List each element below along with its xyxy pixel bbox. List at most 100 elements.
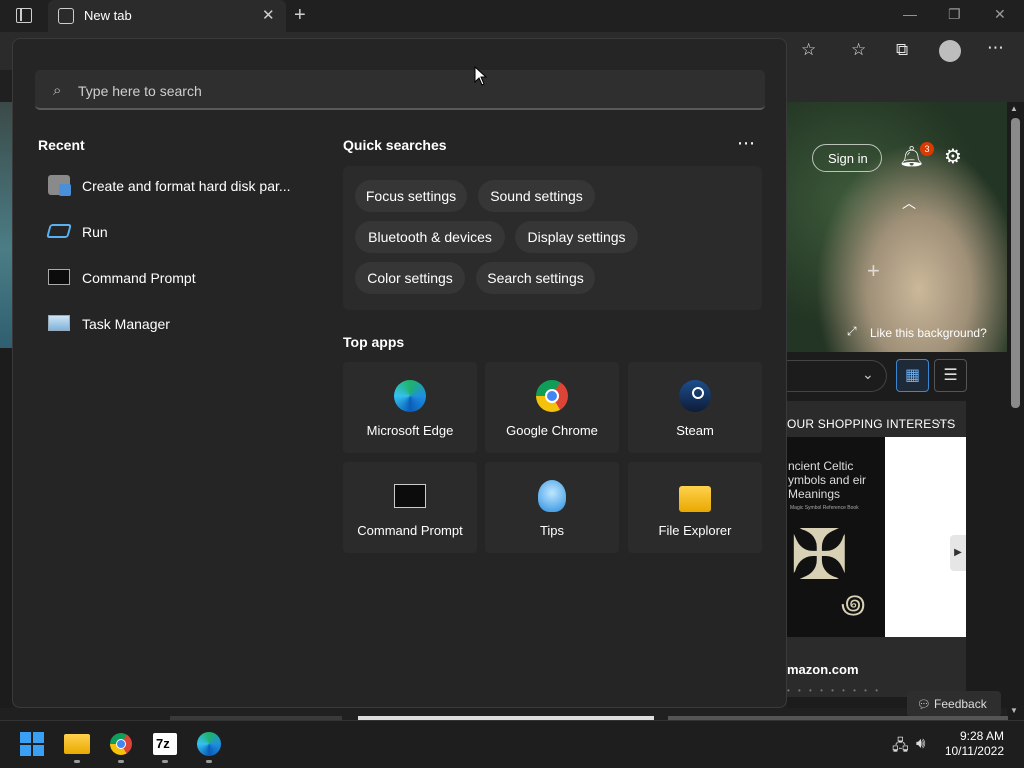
- minimize-icon[interactable]: —: [903, 6, 917, 22]
- background-image: [787, 102, 1007, 352]
- recent-item-label: Command Prompt: [82, 270, 196, 286]
- carousel-dots[interactable]: • • • • • • • • •: [787, 686, 881, 695]
- search-placeholder[interactable]: Type here to search: [78, 83, 202, 99]
- quick-search-search[interactable]: Search settings: [476, 262, 595, 294]
- quick-search-color[interactable]: Color settings: [355, 262, 465, 294]
- add-shortcut-icon[interactable]: +: [867, 258, 880, 284]
- 7zip-icon[interactable]: 7z: [153, 733, 177, 755]
- list-view-button[interactable]: ☰: [934, 359, 967, 392]
- tab-actions-icon[interactable]: [16, 8, 32, 23]
- clock-date: 10/11/2022: [944, 744, 1004, 758]
- collections-icon[interactable]: ⧉: [896, 40, 908, 60]
- app-tile-chrome[interactable]: Google Chrome: [485, 362, 619, 453]
- task-manager-icon: [48, 315, 70, 331]
- toolbar-strip: [787, 70, 1024, 102]
- network-icon[interactable]: 🖧︎: [892, 735, 909, 760]
- app-label: Google Chrome: [506, 423, 598, 438]
- page-dark-left: [0, 348, 12, 708]
- recent-item-label: Create and format hard disk par...: [82, 178, 291, 194]
- scroll-up-icon[interactable]: ▲: [1010, 104, 1018, 113]
- more-menu-icon[interactable]: ⋯: [987, 38, 1004, 58]
- card-more-icon[interactable]: ⋯: [937, 414, 951, 431]
- quick-search-focus[interactable]: Focus settings: [355, 180, 467, 212]
- chrome-icon: [536, 380, 568, 412]
- scroll-down-icon[interactable]: ▼: [1010, 706, 1018, 715]
- app-label: Command Prompt: [357, 523, 463, 538]
- like-background-label[interactable]: Like this background?: [870, 326, 987, 340]
- app-tile-command-prompt[interactable]: Command Prompt: [343, 462, 477, 553]
- volume-icon[interactable]: 🔊︎: [916, 735, 925, 752]
- settings-gear-icon[interactable]: ⚙: [944, 144, 962, 169]
- file-explorer-icon[interactable]: [64, 734, 90, 754]
- app-tile-file-explorer[interactable]: File Explorer: [628, 462, 762, 553]
- new-tab-page-icon: [58, 8, 74, 24]
- app-label: Microsoft Edge: [366, 423, 454, 438]
- running-indicator: [74, 760, 80, 763]
- 7zip-label: 7z: [156, 736, 170, 751]
- windows-start-icon[interactable]: [20, 732, 44, 756]
- recent-item-label: Run: [82, 224, 108, 240]
- recent-item-run[interactable]: Run: [45, 213, 305, 251]
- top-apps-title: Top apps: [343, 334, 405, 350]
- favorites-icon[interactable]: ☆: [851, 40, 866, 60]
- app-label: Tips: [539, 523, 565, 538]
- collapse-chevron-icon[interactable]: ︿: [902, 193, 916, 213]
- more-options-icon[interactable]: ⋯: [737, 133, 755, 154]
- quick-searches-title: Quick searches: [343, 137, 447, 153]
- tips-icon: [538, 480, 566, 512]
- scrollbar-thumb[interactable]: [1011, 118, 1020, 408]
- expand-icon[interactable]: ⤢: [847, 324, 857, 339]
- grid-view-button[interactable]: ▦: [896, 359, 929, 392]
- app-tile-tips[interactable]: Tips: [485, 462, 619, 553]
- app-tile-edge[interactable]: Microsoft Edge: [343, 362, 477, 453]
- clock-time: 9:28 AM: [959, 729, 1004, 743]
- app-tile-steam[interactable]: Steam: [628, 362, 762, 453]
- new-tab-button[interactable]: +: [294, 4, 306, 27]
- quick-search-sound[interactable]: Sound settings: [478, 180, 595, 212]
- run-icon: [46, 224, 72, 238]
- add-favorite-icon[interactable]: ☆: [801, 40, 816, 60]
- app-label: Steam: [676, 423, 714, 438]
- book-subtitle: Magic Symbol Reference Book: [790, 505, 859, 511]
- feedback-icon: 💬︎: [917, 699, 935, 711]
- command-prompt-icon: [394, 484, 426, 508]
- triskele-image: ꩜: [841, 589, 866, 619]
- quick-search-display[interactable]: Display settings: [515, 221, 638, 253]
- browser-tab-bar: New tab ✕ + — ❐ ✕: [0, 0, 1024, 32]
- gear-badge-icon: [59, 184, 71, 196]
- quick-search-bluetooth[interactable]: Bluetooth & devices: [355, 221, 505, 253]
- running-indicator: [162, 760, 168, 763]
- sign-in-label: Sign in: [828, 151, 868, 166]
- tab-new-tab[interactable]: New tab ✕: [48, 0, 286, 32]
- search-icon: ⌕: [53, 82, 62, 99]
- recent-item-disk-management[interactable]: Create and format hard disk par...: [45, 167, 305, 205]
- recent-item-label: Task Manager: [82, 316, 170, 332]
- recent-item-task-manager[interactable]: Task Manager: [45, 305, 305, 343]
- close-window-icon[interactable]: ✕: [994, 6, 1006, 23]
- next-arrow-icon[interactable]: ▶: [950, 535, 966, 571]
- recent-title: Recent: [38, 137, 85, 153]
- close-tab-icon[interactable]: ✕: [262, 6, 275, 24]
- app-label: File Explorer: [658, 523, 732, 538]
- chevron-down-icon[interactable]: ⌄: [862, 366, 874, 383]
- notification-badge: 3: [920, 142, 934, 156]
- profile-avatar[interactable]: [939, 40, 961, 62]
- sign-in-button[interactable]: Sign in: [812, 144, 882, 172]
- edge-icon[interactable]: [197, 732, 221, 756]
- command-prompt-icon: [48, 269, 70, 285]
- edge-icon: [394, 380, 426, 412]
- celtic-cross-image: ✠: [790, 516, 849, 594]
- recent-item-command-prompt[interactable]: Command Prompt: [45, 259, 305, 297]
- system-clock[interactable]: 9:28 AM 10/11/2022: [938, 729, 1004, 759]
- source-label[interactable]: mazon.com: [787, 662, 859, 677]
- steam-icon: [679, 380, 711, 412]
- page-background-left: [0, 102, 12, 348]
- running-indicator: [118, 760, 124, 763]
- chrome-icon[interactable]: [110, 733, 132, 755]
- restore-icon[interactable]: ❐: [948, 6, 961, 23]
- feedback-button[interactable]: 💬︎ Feedback: [907, 691, 1001, 717]
- book-title: ncient Celtic ymbols and eir Meanings: [788, 459, 867, 501]
- card-header: OUR SHOPPING INTERESTS: [787, 417, 956, 431]
- mouse-cursor-icon: [474, 66, 488, 86]
- file-explorer-icon: [679, 486, 711, 512]
